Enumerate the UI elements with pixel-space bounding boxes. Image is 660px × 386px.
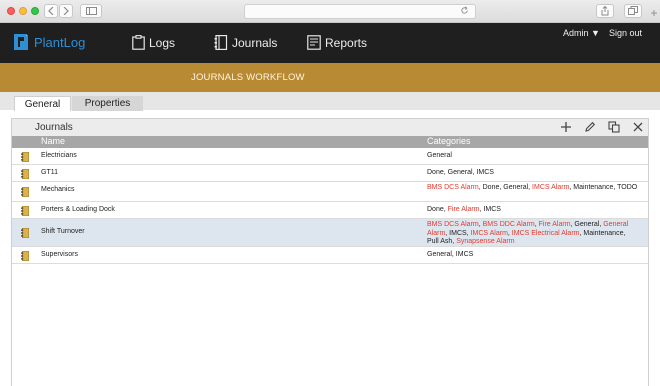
book-icon xyxy=(214,35,228,50)
column-categories-header[interactable]: Categories xyxy=(427,136,471,146)
category-text: , IMCS xyxy=(479,206,501,213)
journal-categories: General, IMCS xyxy=(427,251,639,260)
alarm-category: IMCS Electrical Alarm xyxy=(511,229,580,237)
tab-bar: General Properties xyxy=(0,92,660,111)
chevron-right-icon xyxy=(63,6,69,16)
tabs-icon xyxy=(628,6,638,15)
tabs-button[interactable] xyxy=(624,4,642,18)
nav-reports-label: Reports xyxy=(325,35,368,50)
category-text: Done, General, IMCS xyxy=(427,169,494,176)
close-window-button[interactable] xyxy=(7,7,15,15)
journal-name: Porters & Loading Dock xyxy=(41,206,115,213)
clipboard-icon xyxy=(132,35,145,50)
alarm-category: Fire Alarm xyxy=(447,206,480,213)
back-button[interactable] xyxy=(44,4,58,18)
category-text: , IMCS, xyxy=(445,229,471,237)
category-text: , General, xyxy=(570,221,604,228)
alarm-category: BMS DCS Alarm xyxy=(427,221,479,228)
sidebar-button[interactable] xyxy=(80,4,102,18)
edit-button[interactable] xyxy=(583,120,597,134)
app-logo[interactable]: PlantLog xyxy=(11,32,85,52)
app-name: PlantLog xyxy=(34,34,86,50)
copy-icon xyxy=(608,121,620,133)
journal-name: Mechanics xyxy=(41,186,75,193)
reload-icon[interactable] xyxy=(460,6,469,17)
journal-book-icon xyxy=(21,251,29,261)
close-button[interactable] xyxy=(631,120,645,134)
plantlog-logo-icon xyxy=(14,34,28,50)
new-tab-button[interactable]: + xyxy=(648,4,660,23)
category-text: , Done, General, xyxy=(478,184,533,191)
add-icon xyxy=(561,122,571,132)
journal-categories: Done, Fire Alarm, IMCS xyxy=(427,206,639,215)
share-button[interactable] xyxy=(596,4,614,18)
admin-menu[interactable]: Admin ▼ xyxy=(563,28,600,38)
category-text: , Maintenance, TODO xyxy=(569,184,638,191)
report-icon xyxy=(307,35,321,50)
category-text: Done, xyxy=(427,206,448,213)
journal-name: GT11 xyxy=(41,169,58,176)
journals-panel: Journals Name Categories Electricians Gen… xyxy=(11,118,649,386)
journal-categories: BMS DCS Alarm, Done, General, IMCS Alarm… xyxy=(427,184,639,193)
nav-logs-label: Logs xyxy=(149,35,176,50)
zoom-window-button[interactable] xyxy=(31,7,39,15)
journal-book-icon xyxy=(21,152,29,162)
close-icon xyxy=(633,122,643,132)
journal-name: Supervisors xyxy=(41,251,78,258)
alarm-category: IMCS Alarm xyxy=(470,229,508,237)
nav-journals[interactable]: Journals xyxy=(214,35,277,50)
table-row[interactable]: Porters & Loading Dock Done, Fire Alarm, … xyxy=(12,202,648,219)
journal-name: Electricians xyxy=(41,152,77,159)
sign-out-link[interactable]: Sign out xyxy=(609,28,642,38)
journal-book-icon xyxy=(21,206,29,216)
journal-categories: Done, General, IMCS xyxy=(427,169,639,178)
panel-title: Journals xyxy=(35,122,73,133)
table-header: Name Categories xyxy=(12,136,648,148)
share-icon xyxy=(601,5,609,16)
forward-button[interactable] xyxy=(59,4,73,18)
alarm-category: Synapsense Alarm xyxy=(456,238,515,245)
add-button[interactable] xyxy=(559,120,573,134)
journal-categories: BMS DCS Alarm, BMS DDC Alarm, Fire Alarm… xyxy=(427,221,639,247)
minimize-window-button[interactable] xyxy=(19,7,27,15)
address-bar[interactable] xyxy=(244,4,476,19)
table-row[interactable]: Electricians General xyxy=(12,148,648,165)
nav-reports[interactable]: Reports xyxy=(307,35,367,50)
chevron-left-icon xyxy=(48,6,54,16)
copy-button[interactable] xyxy=(607,120,621,134)
nav-logs[interactable]: Logs xyxy=(132,35,175,50)
alarm-category: Fire Alarm xyxy=(538,221,571,228)
journal-categories: General xyxy=(427,152,639,161)
alarm-category: BMS DCS Alarm xyxy=(427,184,479,191)
table-row[interactable]: GT11 Done, General, IMCS xyxy=(12,165,648,182)
tab-properties[interactable]: Properties xyxy=(72,96,143,111)
journal-name: Shift Turnover xyxy=(41,228,85,235)
alarm-category: BMS DDC Alarm xyxy=(482,221,535,228)
journal-book-icon xyxy=(21,169,29,179)
journal-book-icon xyxy=(21,187,29,197)
browser-toolbar: + xyxy=(0,0,660,23)
page-title: JOURNALS WORKFLOW xyxy=(191,72,305,83)
nav-journals-label: Journals xyxy=(232,35,278,50)
app-header: PlantLog Logs Journals Reports Admin ▼ S… xyxy=(0,23,660,63)
journal-book-icon xyxy=(21,228,29,238)
edit-icon xyxy=(585,121,596,132)
table-row[interactable]: Supervisors General, IMCS xyxy=(12,247,648,264)
category-text: General, IMCS xyxy=(427,251,474,258)
sidebar-icon xyxy=(85,7,97,15)
panel-header: Journals xyxy=(12,119,648,136)
tab-general[interactable]: General xyxy=(14,96,71,111)
workflow-banner: JOURNALS WORKFLOW xyxy=(0,63,660,92)
alarm-category: IMCS Alarm xyxy=(532,184,570,191)
table-row[interactable]: Shift Turnover BMS DCS Alarm, BMS DDC Ala… xyxy=(12,219,648,247)
table-row[interactable]: Mechanics BMS DCS Alarm, Done, General, I… xyxy=(12,182,648,202)
category-text: General xyxy=(427,152,452,159)
column-name-header[interactable]: Name xyxy=(41,136,65,146)
